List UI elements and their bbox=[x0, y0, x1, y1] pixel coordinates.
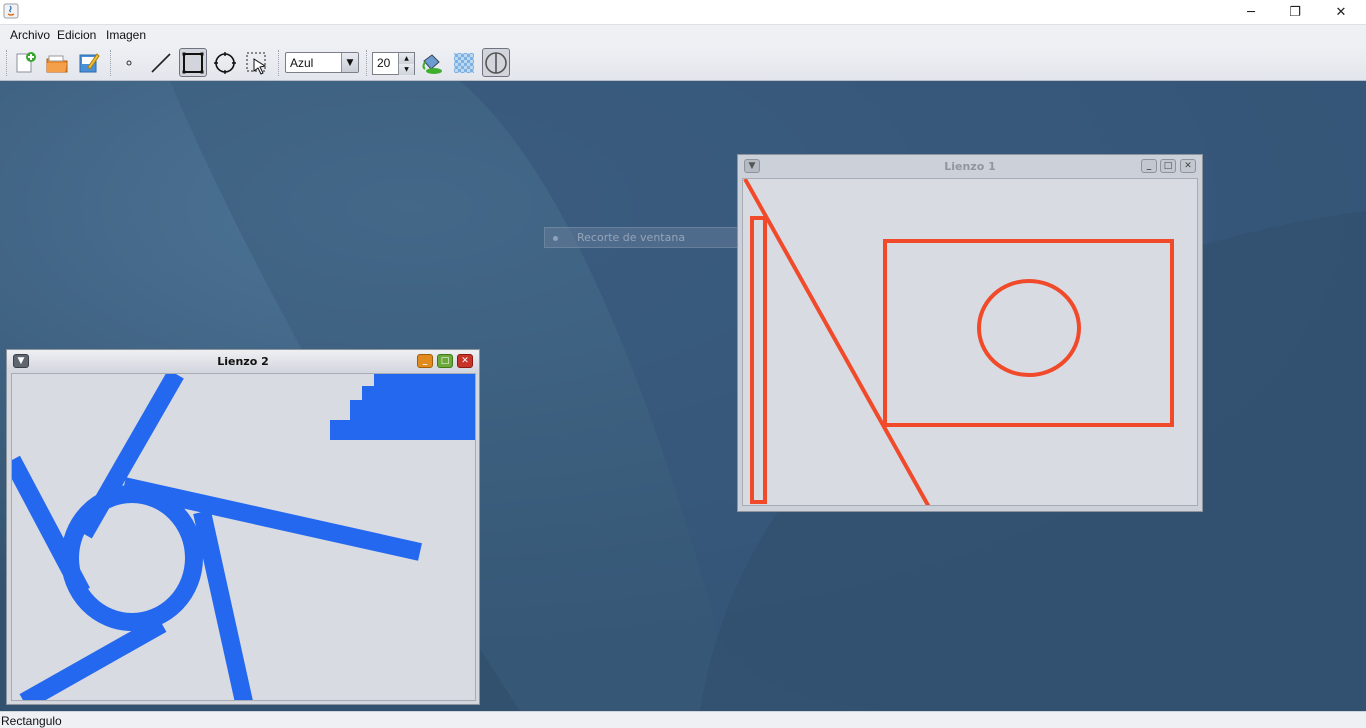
spinner-down-icon[interactable]: ▼ bbox=[398, 64, 414, 75]
toolbar-separator bbox=[366, 50, 367, 76]
frame-minimize-icon[interactable]: _ bbox=[417, 354, 433, 368]
shape-line bbox=[193, 510, 253, 700]
transparency-button[interactable] bbox=[450, 48, 478, 77]
point-tool-button[interactable] bbox=[115, 48, 143, 77]
minimize-button[interactable]: ─ bbox=[1228, 0, 1274, 24]
save-file-button[interactable] bbox=[75, 48, 103, 77]
stroke-width-value: 20 bbox=[377, 56, 391, 70]
frame-menu-icon[interactable]: ▼ bbox=[13, 354, 29, 368]
edit-save-icon bbox=[79, 52, 100, 72]
frame-title-lienzo2: Lienzo 2 bbox=[7, 350, 479, 372]
shape-ellipse bbox=[977, 279, 1081, 377]
ellipse-icon bbox=[214, 51, 236, 74]
internal-frame-lienzo2[interactable]: Lienzo 2 ▼ _ □ ✕ bbox=[6, 349, 480, 705]
select-cursor-icon bbox=[246, 52, 267, 75]
antialiasing-toggle[interactable] bbox=[482, 48, 510, 77]
frame-maximize-icon[interactable]: □ bbox=[437, 354, 453, 368]
toolbar-separator bbox=[110, 50, 111, 76]
frame-title-lienzo1: Lienzo 1 bbox=[944, 159, 996, 173]
status-text: Rectangulo bbox=[1, 714, 62, 728]
title-bar: ─ ❐ ✕ bbox=[0, 0, 1366, 24]
frame-maximize-icon[interactable]: □ bbox=[1160, 159, 1176, 173]
drawing-canvas-lienzo2[interactable] bbox=[11, 373, 476, 701]
internal-frame-lienzo1[interactable]: Lienzo 1 ▼ _ □ ✕ bbox=[737, 154, 1203, 512]
new-file-button[interactable] bbox=[11, 48, 39, 77]
line-tool-button[interactable] bbox=[147, 48, 175, 77]
chevron-down-icon[interactable]: ▼ bbox=[341, 53, 358, 72]
menu-edicion[interactable]: Edicion bbox=[57, 28, 96, 42]
bullet-icon bbox=[553, 236, 558, 241]
shape-line bbox=[19, 616, 167, 700]
line-icon bbox=[151, 52, 171, 73]
canvas-shapes-lienzo2 bbox=[12, 374, 475, 700]
restore-button[interactable]: ❐ bbox=[1272, 0, 1318, 24]
shape-ellipse bbox=[61, 485, 203, 631]
new-file-icon bbox=[16, 51, 36, 72]
desktop-pane: Recorte de ventana Lienzo 1 ▼ _ □ ✕ Lien… bbox=[0, 81, 1366, 711]
paint-bucket-icon bbox=[422, 53, 442, 74]
rectangle-icon bbox=[182, 52, 204, 73]
menu-bar: Archivo Edicion Imagen bbox=[0, 24, 1366, 45]
shape-rectangle bbox=[750, 216, 767, 504]
rectangle-tool-button[interactable] bbox=[179, 48, 207, 77]
frame-close-icon[interactable]: ✕ bbox=[457, 354, 473, 368]
shape-rectangle bbox=[883, 239, 1174, 427]
shape-clip-region bbox=[330, 374, 475, 440]
point-icon bbox=[126, 60, 132, 65]
color-select-value: Azul bbox=[290, 56, 314, 70]
select-tool-button[interactable] bbox=[243, 48, 271, 77]
drag-preview-label: Recorte de ventana bbox=[577, 231, 686, 244]
menu-imagen[interactable]: Imagen bbox=[106, 28, 146, 42]
transparency-icon bbox=[454, 52, 474, 73]
menu-archivo[interactable]: Archivo bbox=[10, 28, 50, 42]
stroke-width-spinner[interactable]: 20 ▲ ▼ bbox=[372, 52, 415, 75]
drawing-canvas-lienzo1[interactable] bbox=[742, 178, 1198, 506]
canvas-shapes-lienzo1 bbox=[743, 179, 1174, 505]
toolbar-grip bbox=[6, 50, 7, 76]
ellipse-tool-button[interactable] bbox=[211, 48, 239, 77]
shape-line bbox=[743, 179, 931, 505]
spinner-up-icon[interactable]: ▲ bbox=[398, 53, 414, 64]
open-file-button[interactable] bbox=[43, 48, 71, 77]
frame-menu-icon[interactable]: ▼ bbox=[744, 159, 760, 173]
status-bar: Rectangulo bbox=[0, 711, 1366, 728]
color-select[interactable]: Azul ▼ bbox=[285, 52, 359, 73]
frame-minimize-icon[interactable]: _ bbox=[1141, 159, 1157, 173]
antialias-icon bbox=[485, 51, 507, 74]
frame-close-icon[interactable]: ✕ bbox=[1180, 159, 1196, 173]
open-folder-icon bbox=[46, 55, 68, 72]
java-app-icon bbox=[3, 3, 19, 19]
toolbar-separator bbox=[278, 50, 279, 76]
toolbar bbox=[0, 45, 1366, 81]
fill-tool-button[interactable] bbox=[418, 48, 446, 77]
close-button[interactable]: ✕ bbox=[1318, 0, 1364, 24]
